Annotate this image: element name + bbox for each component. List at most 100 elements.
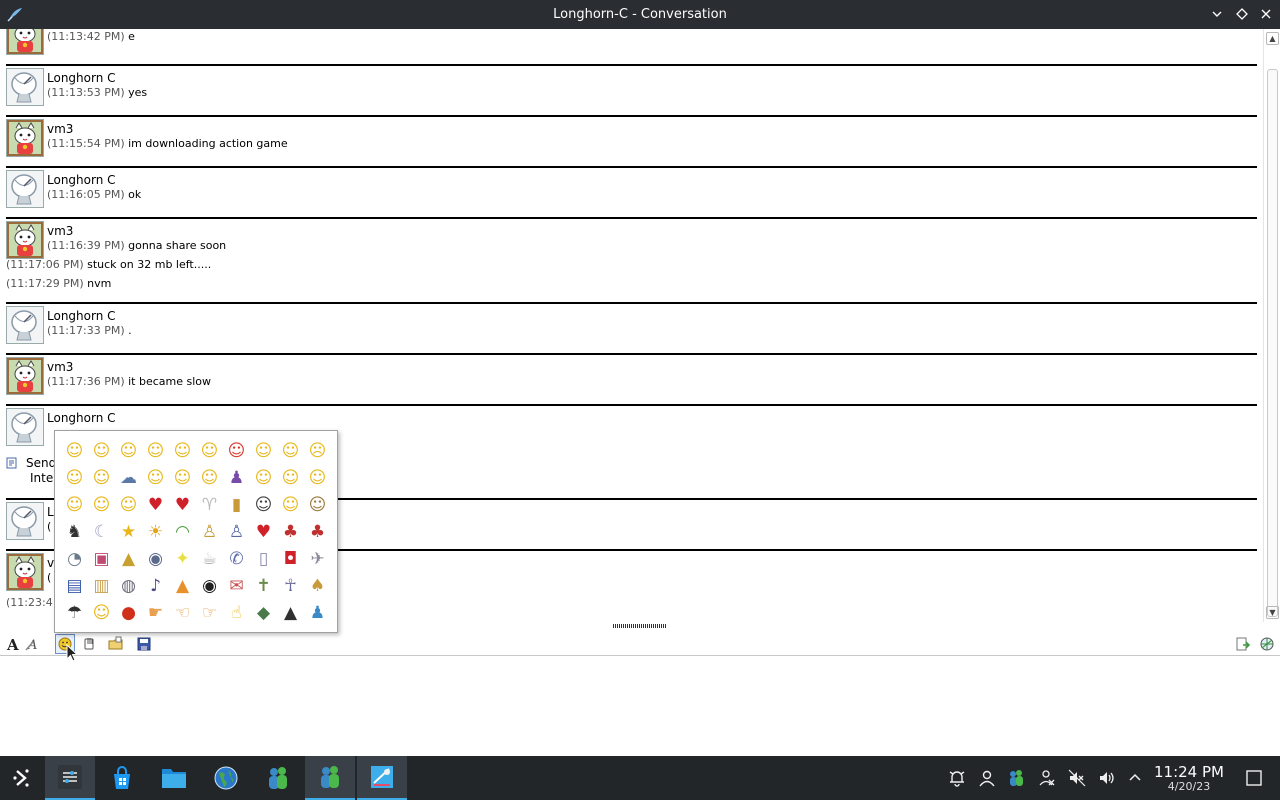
emoticon-21-icon[interactable]: ☺ [61,492,88,519]
emoticon-3-icon[interactable]: ☺ [115,438,142,465]
taskbar-discover-icon[interactable] [97,756,147,800]
emoticon-34-icon[interactable]: ☀ [142,519,169,546]
application-launcher-icon[interactable] [0,756,44,800]
save-button[interactable] [134,634,154,654]
emoticon-10-icon[interactable]: ☹ [304,438,331,465]
emoticon-19-icon[interactable]: ☺ [277,465,304,492]
emoticon-17-icon[interactable]: ♟ [223,465,250,492]
emoticon-66-icon[interactable]: ☞ [196,600,223,627]
emoticon-51-icon[interactable]: ▤ [61,573,88,600]
messenger-tray-icon[interactable] [1005,767,1027,789]
emoticon-52-icon[interactable]: ▥ [88,573,115,600]
emoticon-1-icon[interactable]: ☺ [61,438,88,465]
show-hidden-icons-chevron-icon[interactable] [1124,767,1146,789]
taskbar-system-settings-icon[interactable] [45,756,95,800]
emoticon-69-icon[interactable]: ▲ [277,600,304,627]
conversation-scrollbar[interactable]: ▲ ▼ [1263,29,1280,622]
show-desktop-icon[interactable] [1243,767,1265,789]
emoticon-70-icon[interactable]: ♟ [304,600,331,627]
emoticon-16-icon[interactable]: ☺ [196,465,223,492]
emoticon-30-icon[interactable]: ☺ [304,492,331,519]
emoticon-53-icon[interactable]: ◍ [115,573,142,600]
taskbar-messenger-conversation-icon[interactable] [305,756,355,800]
emoticon-42-icon[interactable]: ▣ [88,546,115,573]
volume-icon[interactable] [1096,767,1118,789]
network-icon[interactable] [1036,767,1058,789]
emoticon-27-icon[interactable]: ▮ [223,492,250,519]
transfer-button[interactable] [1233,634,1253,654]
volume-muted-icon[interactable] [1066,767,1088,789]
emoticon-41-icon[interactable]: ◔ [61,546,88,573]
emoticon-44-icon[interactable]: ◉ [142,546,169,573]
emoticon-8-icon[interactable]: ☺ [250,438,277,465]
emoticon-68-icon[interactable]: ◆ [250,600,277,627]
emoticon-61-icon[interactable]: ☂ [61,600,88,627]
emoticon-56-icon[interactable]: ◉ [196,573,223,600]
emoticon-18-icon[interactable]: ☺ [250,465,277,492]
emoticon-58-icon[interactable]: ✝ [250,573,277,600]
scroll-down-arrow[interactable]: ▼ [1266,606,1279,619]
emoticon-25-icon[interactable]: ♥ [169,492,196,519]
emoticon-48-icon[interactable]: ▯ [250,546,277,573]
send-file-button[interactable] [106,634,126,654]
emoticon-63-icon[interactable]: ● [115,600,142,627]
emoticon-60-icon[interactable]: ♠ [304,573,331,600]
status-globe-button[interactable] [1257,634,1277,654]
emoticon-50-icon[interactable]: ✈ [304,546,331,573]
scroll-up-arrow[interactable]: ▲ [1266,32,1279,45]
emoticon-54-icon[interactable]: ♪ [142,573,169,600]
text-color-button[interactable]: A [24,634,44,654]
emoticon-31-icon[interactable]: ♞ [61,519,88,546]
emoticon-20-icon[interactable]: ☺ [304,465,331,492]
taskbar-browser-icon[interactable] [201,756,251,800]
notifications-icon[interactable] [946,767,968,789]
emoticon-62-icon[interactable]: ☺ [88,600,115,627]
user-icon[interactable] [976,767,998,789]
emoticon-24-icon[interactable]: ♥ [142,492,169,519]
emoticon-13-icon[interactable]: ☁ [115,465,142,492]
emoticon-7-icon[interactable]: ☺ [223,438,250,465]
emoticon-45-icon[interactable]: ✦ [169,546,196,573]
taskbar-virtualbox-icon[interactable] [357,756,407,800]
emoticon-57-icon[interactable]: ✉ [223,573,250,600]
emoticon-6-icon[interactable]: ☺ [196,438,223,465]
emoticon-11-icon[interactable]: ☺ [61,465,88,492]
emoticon-40-icon[interactable]: ♣ [304,519,331,546]
emoticon-59-icon[interactable]: ☥ [277,573,304,600]
emoticon-46-icon[interactable]: ☕ [196,546,223,573]
emoticon-39-icon[interactable]: ♣ [277,519,304,546]
emoticon-14-icon[interactable]: ☺ [142,465,169,492]
emoticon-5-icon[interactable]: ☺ [169,438,196,465]
emoticon-33-icon[interactable]: ★ [115,519,142,546]
emoticon-35-icon[interactable]: ◠ [169,519,196,546]
taskbar-clock[interactable]: 11:24 PM 4/20/23 [1150,764,1228,794]
emoticon-47-icon[interactable]: ✆ [223,546,250,573]
emoticon-65-icon[interactable]: ☜ [169,600,196,627]
emoticon-55-icon[interactable]: ▲ [169,573,196,600]
nudge-button[interactable] [80,634,100,654]
message-input[interactable] [0,657,1280,756]
pane-splitter-handle[interactable] [613,624,667,628]
font-button[interactable]: A [3,634,23,654]
emoticon-64-icon[interactable]: ☛ [142,600,169,627]
taskbar-messenger-icon[interactable] [253,756,303,800]
emoticon-36-icon[interactable]: ♙ [196,519,223,546]
maximize-button[interactable] [1232,4,1252,24]
emoticon-2-icon[interactable]: ☺ [88,438,115,465]
taskbar-file-manager-icon[interactable] [149,756,199,800]
minimize-button[interactable] [1207,4,1227,24]
scrollbar-thumb[interactable] [1267,69,1278,617]
emoticon-37-icon[interactable]: ♙ [223,519,250,546]
emoticon-4-icon[interactable]: ☺ [142,438,169,465]
emoticon-26-icon[interactable]: ♈ [196,492,223,519]
close-button[interactable] [1256,4,1276,24]
emoticon-49-icon[interactable]: ◘ [277,546,304,573]
emoticon-32-icon[interactable]: ☾ [88,519,115,546]
emoticon-38-icon[interactable]: ♥ [250,519,277,546]
emoticon-43-icon[interactable]: ▲ [115,546,142,573]
emoticon-28-icon[interactable]: ☺ [250,492,277,519]
emoticon-9-icon[interactable]: ☺ [277,438,304,465]
emoticon-22-icon[interactable]: ☺ [88,492,115,519]
emoticon-23-icon[interactable]: ☺ [115,492,142,519]
emoticon-12-icon[interactable]: ☺ [88,465,115,492]
